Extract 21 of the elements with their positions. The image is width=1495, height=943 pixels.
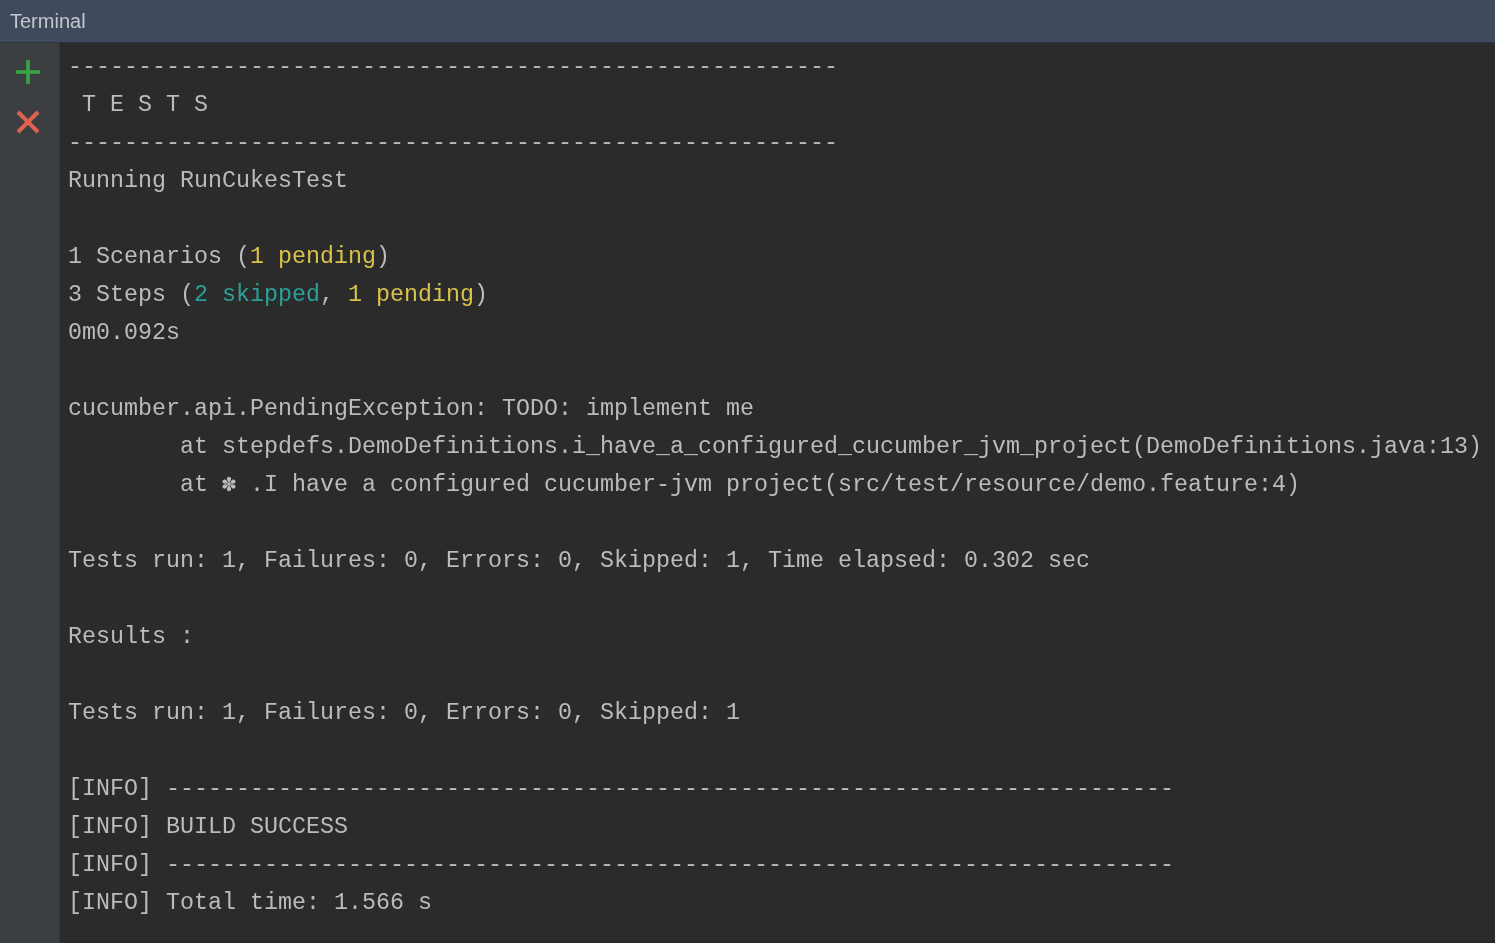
output-line: Tests run: 1, Failures: 0, Errors: 0, Skipped: 1 [68,699,740,728]
output-line: ------------------------------------------------------- [68,53,838,82]
output-line: Results : [68,623,194,652]
plus-icon [16,60,40,84]
output-line: [INFO] BUILD SUCCESS [68,813,348,842]
output-line: T E S T S [81,91,208,120]
output-line: 1 Scenarios (1 pending) [68,243,390,272]
window-title: Terminal [10,9,86,33]
output-line: cucumber.api.PendingException: TODO: implement me [68,395,754,424]
output-line: Running RunCukesTest [68,167,348,196]
output-line: at stepdefs.DemoDefinitions.i_have_a_configured_cucumber_jvm_project(DemoDefinitions.java:13) [180,433,1482,462]
output-line: 3 Steps (2 skipped, 1 pending) [68,281,488,310]
output-line: [INFO] Total time: 1.566 s [68,889,432,918]
output-line: [INFO] ------------------------------------------------------------------------ [68,851,1174,880]
output-line: at ✽ .I have a configured cucumber-jvm project(src/test/resource/demo.feature:4) [180,471,1300,500]
output-line: 0m0.092s [68,319,180,348]
output-line: Tests run: 1, Failures: 0, Errors: 0, Skipped: 1, Time elapsed: 0.302 sec [68,547,1090,576]
new-session-button[interactable] [13,57,43,87]
output-line: ------------------------------------------------------- [68,129,838,158]
close-icon [16,110,40,134]
output-line: [INFO] ------------------------------------------------------------------------ [68,775,1174,804]
